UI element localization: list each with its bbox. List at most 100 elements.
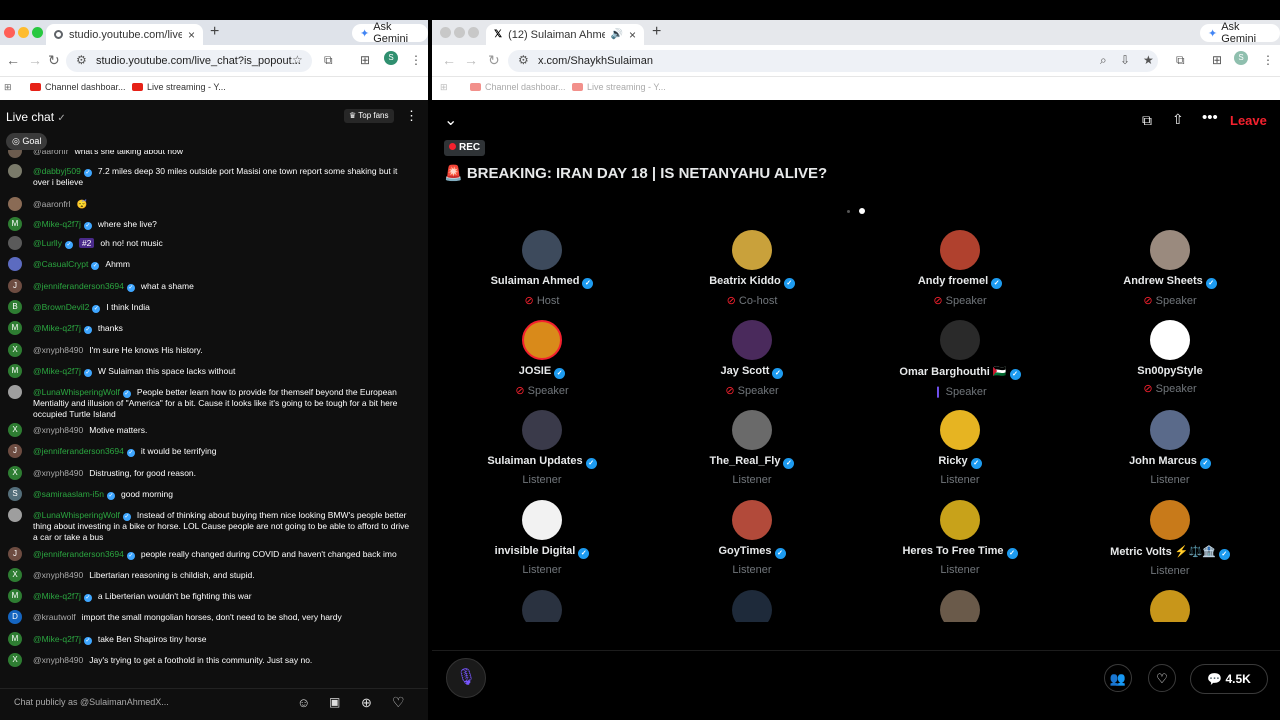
chat-more-icon[interactable]: ⋮ [405, 108, 418, 124]
cast-icon[interactable]: ⧉ [324, 53, 333, 68]
participant-avatar-partial[interactable] [522, 590, 562, 622]
participant-card[interactable]: Omar Barghouthi 🇵🇸 ✓ ❙ Speaker [880, 320, 1040, 398]
participant-card[interactable]: GoyTimes ✓ Listener [672, 500, 832, 576]
chat-title[interactable]: Live chat ✓ [6, 110, 66, 124]
participant-avatar-partial[interactable] [940, 590, 980, 622]
message-author[interactable]: @LunaWhisperingWolf [33, 510, 120, 520]
avatar[interactable]: B [8, 300, 22, 314]
back-arrow-icon[interactable]: ← [442, 52, 456, 68]
message-author[interactable]: @Mike-q2f7j [33, 366, 81, 376]
avatar[interactable]: X [8, 568, 22, 582]
avatar[interactable]: X [8, 466, 22, 480]
close-window-button[interactable] [440, 27, 451, 38]
zoom-window-button[interactable] [32, 27, 43, 38]
url-field[interactable]: ⚙ x.com/ShaykhSulaiman [508, 50, 1158, 72]
message-author[interactable]: @Mike-q2f7j [33, 591, 81, 601]
browser-tab[interactable]: studio.youtube.com/live_chat × [46, 24, 203, 45]
message-author[interactable]: @Mike-q2f7j [33, 323, 81, 333]
bookmark-live-streaming[interactable]: Live streaming - Y... [132, 82, 226, 92]
ask-gemini-button[interactable]: ✦ Ask Gemini [1200, 21, 1280, 45]
message-author[interactable]: @jenniferanderson3694 [33, 549, 124, 559]
avatar[interactable]: M [8, 217, 22, 231]
close-window-button[interactable] [4, 27, 15, 38]
participant-card[interactable]: Jay Scott ✓ ⊘ Speaker [672, 320, 832, 397]
install-app-icon[interactable]: ⇩ [1120, 53, 1130, 67]
share-icon[interactable]: ⇧ [1172, 111, 1184, 128]
participant-avatar[interactable] [940, 230, 980, 270]
more-options-icon[interactable]: ••• [1202, 109, 1218, 126]
participant-avatar[interactable] [1150, 230, 1190, 270]
message-author[interactable]: @CasualCrypt [33, 259, 88, 269]
people-button[interactable]: 👥 [1104, 664, 1132, 692]
message-author[interactable]: @xnyph8490 [33, 468, 83, 478]
ask-gemini-button[interactable]: ✦ Ask Gemini [352, 21, 428, 45]
participant-avatar[interactable] [940, 500, 980, 540]
avatar[interactable]: X [8, 653, 22, 667]
goal-chip[interactable]: ◎ Goal [6, 133, 48, 150]
bookmark-star-icon[interactable]: ☆ [292, 53, 303, 67]
zoom-window-button[interactable] [468, 27, 479, 38]
participant-card[interactable]: Heres To Free Time ✓ Listener [880, 500, 1040, 576]
avatar[interactable]: M [8, 364, 22, 378]
apps-grid-icon[interactable]: ⊞ [4, 82, 12, 93]
message-author[interactable]: @dabbyj509 [33, 166, 81, 176]
back-arrow-icon[interactable]: ← [6, 52, 20, 68]
emoji-icon[interactable]: ☺ [297, 695, 310, 710]
participant-card[interactable]: Ricky ✓ Listener [880, 410, 1040, 486]
comments-button[interactable]: 💬 4.5K [1190, 664, 1268, 694]
participant-card[interactable]: The_Real_Fly ✓ Listener [672, 410, 832, 486]
extensions-icon[interactable]: ⊞ [1212, 53, 1222, 67]
extensions-icon[interactable]: ⊞ [360, 53, 370, 67]
new-tab-button[interactable]: + [210, 23, 219, 41]
avatar[interactable]: M [8, 632, 22, 646]
message-author[interactable]: @jenniferanderson3694 [33, 446, 124, 456]
participant-avatar[interactable] [732, 320, 772, 360]
participant-avatar[interactable] [940, 410, 980, 450]
participant-avatar[interactable] [1150, 500, 1190, 540]
participant-avatar[interactable] [1150, 410, 1190, 450]
forward-arrow-icon[interactable]: → [28, 52, 42, 68]
participant-avatar-partial[interactable] [1150, 590, 1190, 622]
avatar[interactable]: D [8, 610, 22, 624]
leave-button[interactable]: Leave [1230, 113, 1267, 128]
participant-card[interactable]: Beatrix Kiddo ✓ ⊘ Co-host [672, 230, 832, 307]
avatar[interactable] [8, 164, 22, 178]
message-author[interactable]: @aaronfrl [33, 199, 70, 209]
bookmark-star-icon[interactable]: ★ [1143, 53, 1154, 67]
site-info-icon[interactable]: ⚙ [518, 53, 529, 67]
url-field[interactable]: ⚙ studio.youtube.com/live_chat?is_popout… [66, 50, 312, 72]
message-author[interactable]: @xnyph8490 [33, 655, 83, 665]
participant-card[interactable]: invisible Digital ✓ Listener [462, 500, 622, 576]
participant-avatar[interactable] [1150, 320, 1190, 360]
message-author[interactable]: @Mike-q2f7j [33, 634, 81, 644]
chat-message-list[interactable]: @aaronfr what's she talking about now @dab… [0, 150, 428, 688]
avatar[interactable]: M [8, 321, 22, 335]
avatar[interactable] [8, 257, 22, 271]
minimize-window-button[interactable] [454, 27, 465, 38]
close-tab-icon[interactable]: × [629, 28, 636, 42]
participant-card[interactable]: Sn00pyStyle ⊘ Speaker [1090, 320, 1250, 395]
add-icon[interactable]: ⊕ [361, 695, 372, 711]
participant-avatar[interactable] [732, 410, 772, 450]
audio-playing-icon[interactable]: 🔊 [611, 29, 623, 40]
message-author[interactable]: @jenniferanderson3694 [33, 281, 124, 291]
participant-avatar[interactable] [522, 410, 562, 450]
bookmark-channel-dashboard[interactable]: Channel dashboar... [30, 82, 126, 92]
avatar[interactable]: M [8, 589, 22, 603]
avatar[interactable] [8, 385, 22, 399]
avatar[interactable] [8, 197, 22, 211]
participant-avatar[interactable] [732, 230, 772, 270]
profile-avatar[interactable]: S [384, 51, 398, 65]
message-author[interactable]: @BrownDevil2 [33, 302, 89, 312]
avatar[interactable]: J [8, 547, 22, 561]
participant-avatar[interactable] [940, 320, 980, 360]
browser-tab[interactable]: 𝕏 (12) Sulaiman Ahmed (@S... 🔊 × [486, 24, 644, 45]
message-author[interactable]: @samiraaslam-i5n [33, 489, 104, 499]
participant-card[interactable]: Sulaiman Ahmed ✓ ⊘ Host [462, 230, 622, 307]
participant-card[interactable]: Sulaiman Updates ✓ Listener [462, 410, 622, 486]
profile-avatar[interactable]: S [1234, 51, 1248, 65]
participant-avatar[interactable] [522, 230, 562, 270]
super-chat-icon[interactable]: ▣ [329, 695, 340, 709]
site-info-icon[interactable]: ⚙ [76, 53, 87, 67]
participant-avatar[interactable] [522, 320, 562, 360]
